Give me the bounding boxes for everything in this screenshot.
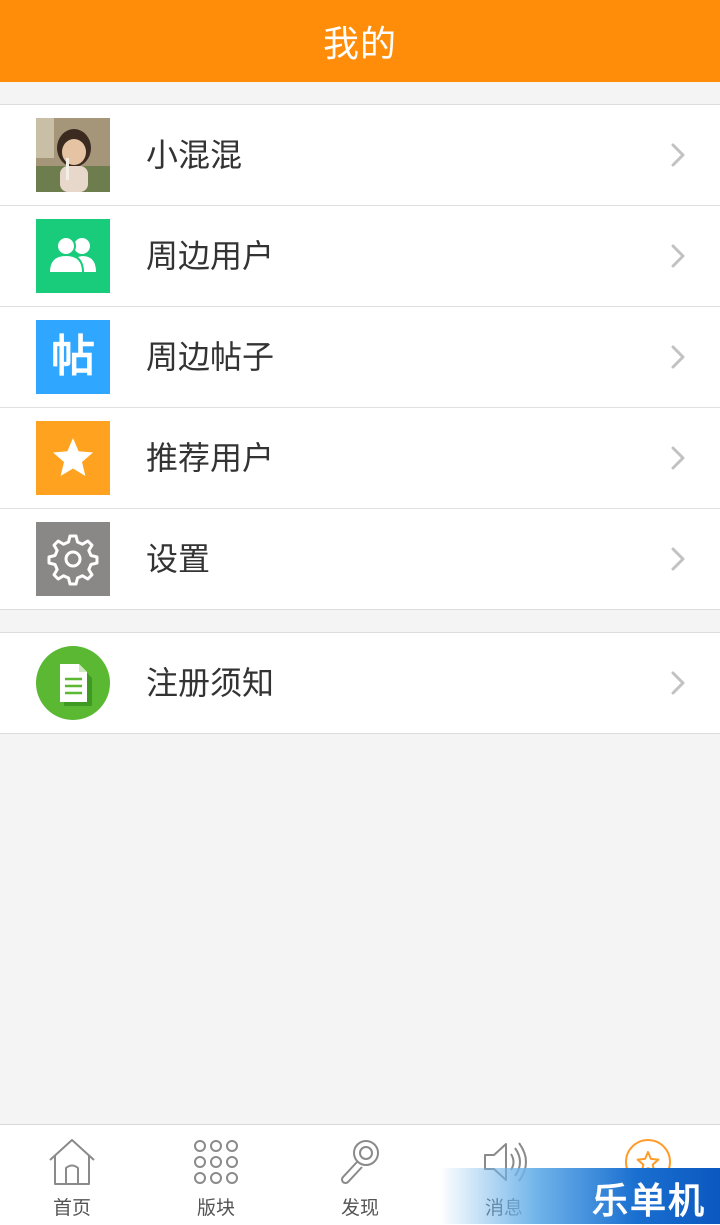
menu-item-label: 周边帖子	[146, 338, 275, 376]
tab-label: 首页	[52, 1197, 91, 1219]
menu-row-nearby-posts[interactable]: 帖 周边帖子	[0, 306, 720, 407]
profile-name: 小混混	[146, 136, 243, 174]
watermark: 乐单机	[440, 1168, 720, 1224]
gear-icon	[36, 522, 110, 596]
menu-item-label: 推荐用户	[146, 439, 275, 477]
chevron-right-icon	[671, 547, 685, 571]
tab-label: 发现	[340, 1197, 379, 1219]
menu-row-nearby-users[interactable]: 周边用户	[0, 205, 720, 306]
chevron-right-icon	[671, 143, 685, 167]
menu-item-label: 设置	[146, 540, 211, 578]
page-title: 我的	[322, 24, 397, 65]
chevron-right-icon	[671, 244, 685, 268]
star-icon	[36, 421, 110, 495]
users-icon	[36, 219, 110, 293]
avatar	[36, 118, 110, 192]
tab-home[interactable]: 首页	[0, 1125, 144, 1225]
menu-row-profile[interactable]: 小混混	[0, 105, 720, 205]
top-bar: 我的	[0, 0, 720, 82]
user-avatar-photo-icon	[36, 118, 110, 192]
chevron-right-icon	[671, 345, 685, 369]
magnifier-icon	[340, 1140, 379, 1185]
chevron-right-icon	[671, 446, 685, 470]
tab-label: 版块	[196, 1197, 235, 1219]
document-icon	[36, 646, 110, 720]
menu-item-label: 周边用户	[146, 237, 275, 275]
tab-boards[interactable]: 版块	[144, 1125, 288, 1225]
post-icon-glyph: 帖	[51, 331, 95, 382]
menu-item-label: 注册须知	[146, 664, 275, 702]
profile-menu-group: 小混混 周边用户 帖 周边帖子 推荐用户 设置	[0, 104, 720, 610]
menu-row-registration-notice[interactable]: 注册须知	[0, 633, 720, 733]
post-icon: 帖	[36, 320, 110, 394]
menu-row-recommended-users[interactable]: 推荐用户	[0, 407, 720, 508]
chevron-right-icon	[671, 671, 685, 695]
extra-menu-group: 注册须知	[0, 632, 720, 734]
tab-discover[interactable]: 发现	[288, 1125, 432, 1225]
menu-row-settings[interactable]: 设置	[0, 508, 720, 609]
grid-dots-icon	[194, 1140, 238, 1184]
watermark-text: 乐单机	[591, 1181, 706, 1222]
home-icon	[49, 1139, 95, 1185]
